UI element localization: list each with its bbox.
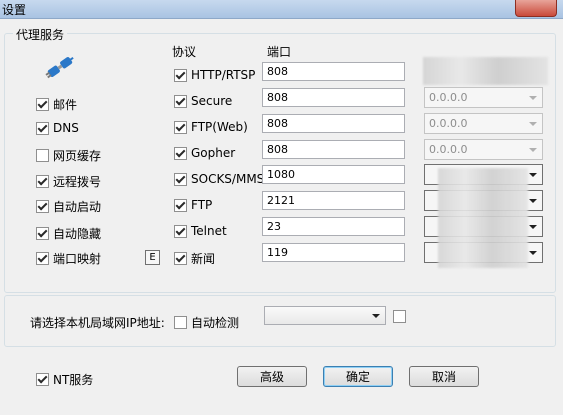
protocol-socks-mms-label: SOCKS/MMS (191, 172, 265, 186)
service-web-cache-label: 网页缓存 (53, 149, 102, 163)
service-auto-hide-checkbox[interactable]: 自动隐藏 (36, 225, 101, 242)
checkbox-box[interactable] (36, 200, 49, 213)
auto-detect-label: 自动检测 (191, 316, 240, 330)
chevron-down-icon (529, 122, 537, 126)
protocol-news-checkbox[interactable]: 新闻 (174, 250, 215, 267)
checkbox-box[interactable] (174, 252, 187, 265)
obscured-region (423, 57, 548, 85)
port-mapping-edit-button[interactable]: E (145, 250, 160, 265)
checkbox-box[interactable] (36, 98, 49, 111)
service-remote-dial-label: 远程拨号 (53, 175, 102, 189)
checkbox-box[interactable] (36, 121, 49, 135)
port-news-input[interactable]: 119 (262, 243, 405, 262)
port-socks-mms-input[interactable]: 1080 (262, 165, 405, 184)
auto-detect-checkbox[interactable]: 自动检测 (174, 314, 239, 331)
checkbox-box[interactable] (174, 224, 187, 238)
checkbox-box[interactable] (174, 198, 187, 212)
lan-ip-select[interactable] (264, 306, 386, 325)
port-column-header: 端口 (267, 45, 292, 59)
ip-secure-select[interactable]: 0.0.0.0 (424, 87, 543, 108)
ip-gopher-value: 0.0.0.0 (429, 143, 468, 156)
service-mail-label: 邮件 (53, 98, 78, 112)
nt-service-checkbox[interactable]: NT服务 (36, 371, 93, 388)
service-remote-dial-checkbox[interactable]: 远程拨号 (36, 173, 101, 190)
ip-ftp-web-value: 0.0.0.0 (429, 117, 468, 130)
service-auto-hide-label: 自动隐藏 (53, 227, 102, 241)
checkbox-box[interactable] (174, 94, 187, 108)
checkbox-box[interactable] (36, 175, 49, 188)
checkbox-box[interactable] (393, 310, 406, 323)
port-http-rtsp-input[interactable]: 808 (262, 62, 405, 81)
protocol-http-rtsp-label: HTTP/RTSP (191, 68, 256, 82)
chevron-down-icon (529, 251, 537, 255)
ok-button[interactable]: 确定 (323, 366, 393, 387)
protocol-gopher-label: Gopher (191, 146, 236, 160)
protocol-telnet-label: Telnet (191, 224, 227, 238)
protocol-http-rtsp-checkbox[interactable]: HTTP/RTSP (174, 68, 255, 82)
service-port-mapping-checkbox[interactable]: 端口映射 (36, 250, 101, 267)
service-dns-checkbox[interactable]: DNS (36, 121, 79, 135)
chevron-down-icon (529, 96, 537, 100)
checkbox-box[interactable] (174, 120, 187, 134)
port-secure-input[interactable]: 808 (262, 88, 405, 107)
protocol-ftp-web-checkbox[interactable]: FTP(Web) (174, 120, 248, 134)
protocol-ftp-web-label: FTP(Web) (191, 120, 248, 134)
protocol-socks-mms-checkbox[interactable]: SOCKS/MMS (174, 172, 264, 186)
lan-ip-label: 请选择本机局域网IP地址: (30, 316, 165, 330)
protocol-ftp-label: FTP (191, 198, 213, 212)
advanced-button[interactable]: 高级 (237, 366, 307, 387)
protocol-secure-checkbox[interactable]: Secure (174, 94, 232, 108)
lan-ip-extra-checkbox[interactable] (393, 310, 410, 323)
chevron-down-icon (529, 225, 537, 229)
protocol-gopher-checkbox[interactable]: Gopher (174, 146, 235, 160)
service-dns-label: DNS (53, 121, 79, 135)
plug-icon (45, 57, 74, 79)
service-auto-start-label: 自动启动 (53, 200, 102, 214)
protocol-telnet-checkbox[interactable]: Telnet (174, 224, 227, 238)
service-web-cache-checkbox[interactable]: 网页缓存 (36, 147, 101, 164)
checkbox-box[interactable] (174, 316, 187, 329)
chevron-down-icon (372, 314, 380, 318)
protocol-news-label: 新闻 (191, 252, 216, 266)
window-title: 设置 (2, 3, 27, 17)
service-mail-checkbox[interactable]: 邮件 (36, 96, 77, 113)
port-gopher-input[interactable]: 808 (262, 140, 405, 159)
port-telnet-input[interactable]: 23 (262, 217, 405, 236)
cancel-button[interactable]: 取消 (409, 366, 479, 387)
obscured-region (438, 168, 528, 268)
port-ftp-input[interactable]: 2121 (262, 191, 405, 210)
nt-service-label: NT服务 (53, 373, 94, 387)
chevron-down-icon (529, 173, 537, 177)
checkbox-box[interactable] (36, 149, 49, 162)
checkbox-box[interactable] (36, 252, 49, 265)
checkbox-box[interactable] (174, 146, 187, 160)
ip-gopher-select[interactable]: 0.0.0.0 (424, 139, 543, 160)
checkbox-box[interactable] (174, 172, 187, 186)
port-ftp-web-input[interactable]: 808 (262, 114, 405, 133)
close-button[interactable] (515, 0, 557, 17)
ip-secure-value: 0.0.0.0 (429, 91, 468, 104)
checkbox-box[interactable] (174, 68, 187, 82)
ip-ftp-web-select[interactable]: 0.0.0.0 (424, 113, 543, 134)
protocol-ftp-checkbox[interactable]: FTP (174, 198, 212, 212)
chevron-down-icon (529, 199, 537, 203)
service-port-mapping-label: 端口映射 (53, 252, 102, 266)
title-bar: 设置 (0, 0, 563, 18)
protocol-secure-label: Secure (191, 94, 233, 108)
checkbox-box[interactable] (36, 227, 49, 240)
protocol-column-header: 协议 (172, 45, 197, 59)
chevron-down-icon (529, 148, 537, 152)
proxy-services-title: 代理服务 (13, 26, 68, 43)
service-auto-start-checkbox[interactable]: 自动启动 (36, 198, 101, 215)
checkbox-box[interactable] (36, 373, 49, 386)
settings-dialog: 代理服务 邮件 DNS 网页缓存 远程拨号 自动启动 自动隐藏 端口映射 E 协… (0, 18, 563, 415)
